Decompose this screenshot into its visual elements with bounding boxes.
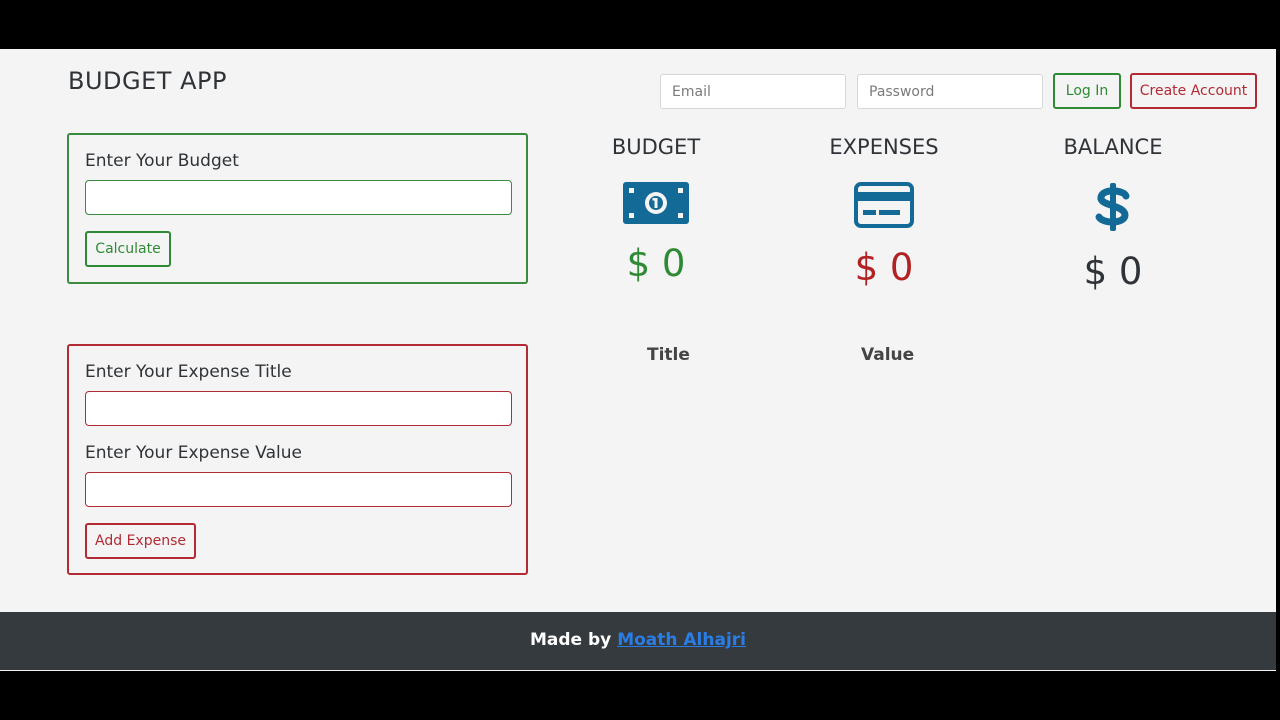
money-bill-icon: [623, 182, 689, 224]
footer: Made by Moath Alhajri: [0, 612, 1276, 670]
email-input[interactable]: [660, 74, 846, 109]
app-page: BUDGET APP Log In Create Account Enter Y…: [0, 49, 1276, 671]
expense-value-column-header: Value: [861, 345, 915, 365]
password-input[interactable]: [857, 74, 1043, 109]
balance-heading: BALANCE: [1063, 135, 1163, 159]
expense-value-label: Enter Your Expense Value: [85, 443, 302, 463]
credit-card-icon: [854, 182, 914, 228]
expense-value-input[interactable]: [85, 472, 512, 507]
add-expense-button[interactable]: Add Expense: [85, 523, 196, 559]
balance-stat: BALANCE $ 0: [1013, 133, 1213, 293]
expenses-amount: $ 0: [854, 246, 914, 289]
budget-label: Enter Your Budget: [85, 151, 239, 171]
budget-form-panel: Enter Your Budget Calculate: [67, 133, 528, 284]
create-account-button[interactable]: Create Account: [1130, 73, 1257, 109]
expenses-heading: EXPENSES: [829, 135, 939, 159]
expense-title-column-header: Title: [647, 345, 690, 365]
dollar-sign-icon: [1095, 183, 1130, 231]
calculate-button[interactable]: Calculate: [85, 231, 171, 267]
balance-amount: $ 0: [1083, 250, 1143, 293]
expenses-stat: EXPENSES $ 0: [784, 133, 984, 289]
expense-title-input[interactable]: [85, 391, 512, 426]
budget-stat: BUDGET $ 0: [556, 133, 756, 285]
budget-heading: BUDGET: [611, 135, 701, 159]
budget-amount: $ 0: [626, 242, 686, 285]
expense-title-label: Enter Your Expense Title: [85, 362, 292, 382]
budget-input[interactable]: [85, 180, 512, 215]
expense-form-panel: Enter Your Expense Title Enter Your Expe…: [67, 344, 528, 575]
app-title: BUDGET APP: [68, 67, 227, 95]
login-button[interactable]: Log In: [1053, 73, 1121, 109]
footer-prefix: Made by: [530, 630, 612, 650]
author-link[interactable]: Moath Alhajri: [617, 630, 746, 650]
